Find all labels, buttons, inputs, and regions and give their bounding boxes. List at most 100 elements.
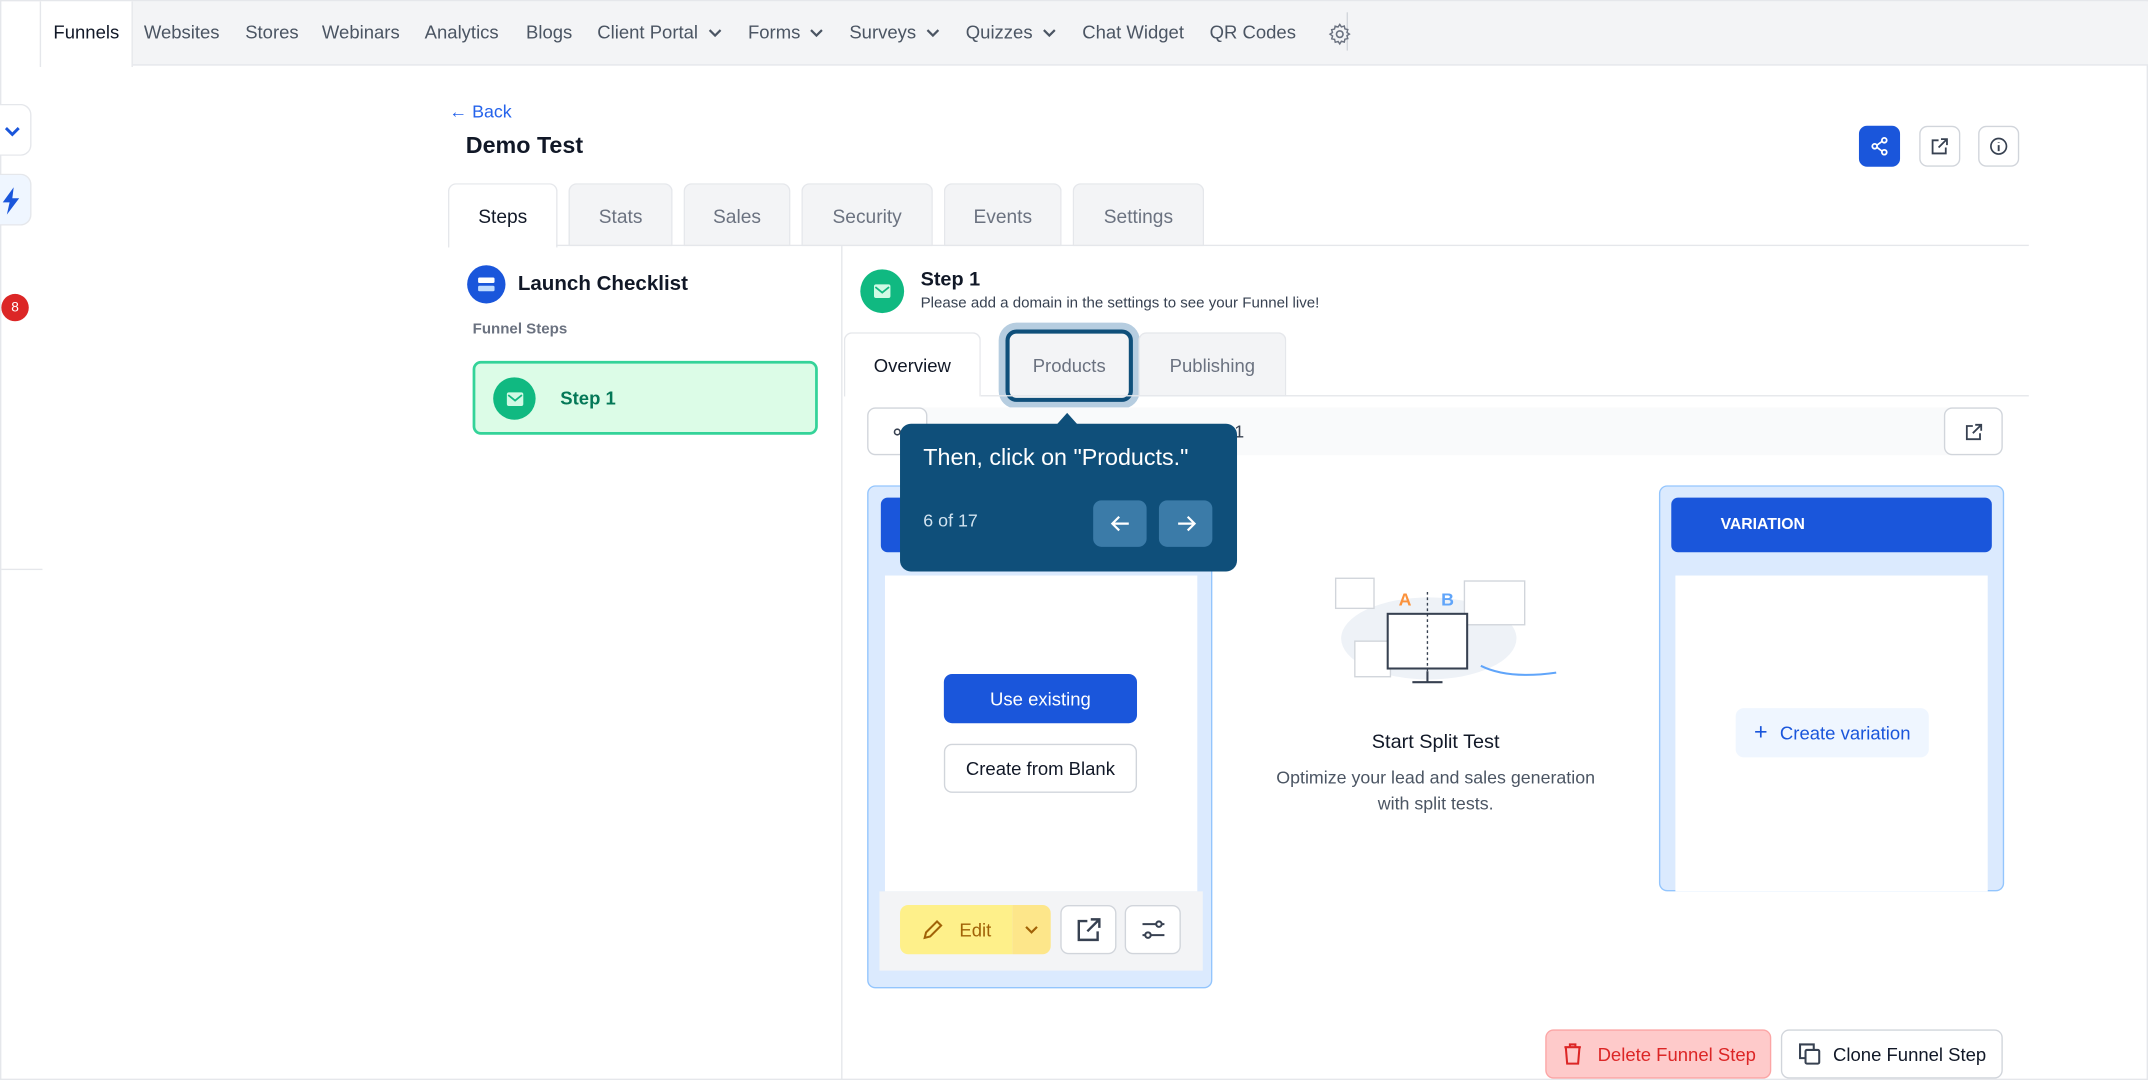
open-step-url-button[interactable] (1943, 407, 2003, 456)
edit-button[interactable]: Edit (900, 905, 1013, 955)
subtab-overview[interactable]: Overview (843, 332, 981, 397)
nav-blogs-label: Blogs (526, 21, 573, 43)
nav-forms[interactable]: Forms (748, 1, 825, 65)
nav-surveys-label: Surveys (849, 21, 917, 43)
nav-analytics-label: Analytics (424, 21, 499, 43)
use-existing-button[interactable]: Use existing (943, 673, 1138, 724)
tooltip-text: Then, click on "Products." (923, 444, 1189, 471)
funnel-step-label: Step 1 (560, 388, 616, 409)
create-variation-label: Create variation (1779, 722, 1911, 744)
nav-forms-label: Forms (747, 21, 801, 43)
clone-funnel-step-button[interactable]: Clone Funnel Step (1780, 1029, 2003, 1079)
back-link[interactable]: ← Back (449, 101, 511, 122)
create-from-blank-label: Create from Blank (965, 758, 1115, 779)
funnel-step-item[interactable]: Step 1 (472, 360, 818, 435)
step-subtitle: Please add a domain in the settings to s… (920, 295, 1320, 312)
nav-chat-widget-label: Chat Widget (1082, 21, 1184, 43)
tooltip-prev-button[interactable] (1093, 500, 1147, 547)
split-variant-a: A (1398, 589, 1412, 610)
subtab-products-label: Products (1032, 355, 1106, 376)
checklist-title: Launch Checklist (517, 272, 688, 296)
subtab-publishing-label: Publishing (1169, 354, 1256, 376)
split-test-title: Start Split Test (1371, 731, 1500, 754)
variation-card: VARIATION + Create variation (1658, 485, 2005, 892)
chevron-down-icon (926, 29, 939, 38)
nav-quizzes[interactable]: Quizzes (966, 1, 1057, 65)
open-external-button[interactable] (1919, 125, 1961, 167)
nav-blogs[interactable]: Blogs (526, 1, 572, 65)
nav-stores-label: Stores (245, 21, 299, 43)
step-envelope-icon (493, 377, 536, 420)
nav-chat-widget[interactable]: Chat Widget (1082, 1, 1184, 65)
create-from-blank-button[interactable]: Create from Blank (943, 743, 1138, 793)
subtabs-divider (980, 395, 2029, 397)
nav-funnels[interactable]: Funnels (39, 1, 133, 67)
tab-security[interactable]: Security (801, 183, 933, 247)
tab-events-label: Events (973, 204, 1033, 227)
nav-stores[interactable]: Stores (245, 1, 298, 65)
external-link-icon (1076, 918, 1100, 942)
guide-tooltip: Then, click on "Products." 6 of 17 (900, 412, 1238, 572)
nav-funnels-label: Funnels (53, 21, 120, 43)
nav-client-portal-label: Client Portal (597, 21, 699, 43)
nav-websites-label: Websites (143, 21, 220, 43)
nav-analytics[interactable]: Analytics (425, 1, 499, 65)
notification-count: 8 (11, 300, 19, 316)
nav-qr-codes[interactable]: QR Codes (1210, 1, 1296, 65)
page-settings-button[interactable] (1124, 905, 1181, 955)
funnel-steps-heading: Funnel Steps (472, 321, 568, 338)
step-icon (860, 269, 905, 314)
tab-stats[interactable]: Stats (568, 183, 673, 247)
tab-steps-label: Steps (478, 205, 528, 227)
edit-dropdown-button[interactable] (1012, 905, 1051, 955)
clone-funnel-step-label: Clone Funnel Step (1833, 1043, 1987, 1065)
copy-icon (1799, 1043, 1821, 1065)
tab-sales-label: Sales (713, 204, 761, 227)
tab-security-label: Security (832, 204, 902, 227)
split-test-description-2: with split tests. (1377, 792, 1494, 814)
panel-divider (841, 246, 843, 1080)
trash-icon (1564, 1043, 1582, 1065)
quick-actions-button[interactable] (0, 173, 32, 226)
arrow-left-icon (1110, 515, 1129, 532)
split-test-description-1: Optimize your lead and sales generation (1276, 766, 1596, 788)
info-icon (1990, 137, 2008, 155)
nav-surveys[interactable]: Surveys (849, 1, 940, 65)
sliders-icon (1141, 920, 1164, 939)
tab-stats-label: Stats (598, 204, 643, 227)
page-preview (884, 575, 1198, 892)
tab-settings[interactable]: Settings (1072, 183, 1205, 247)
split-variant-b: B (1441, 589, 1454, 610)
back-label: ← Back (449, 101, 512, 122)
plus-icon: + (1753, 719, 1768, 746)
tooltip-next-button[interactable] (1158, 500, 1213, 547)
delete-funnel-step-button[interactable]: Delete Funnel Step (1545, 1029, 1772, 1079)
chevron-down-icon (4, 127, 20, 137)
gear-icon[interactable] (1327, 22, 1352, 47)
tab-sales[interactable]: Sales (683, 183, 791, 247)
use-existing-label: Use existing (990, 688, 1091, 709)
nav-websites[interactable]: Websites (144, 1, 220, 65)
collapse-sidebar-button[interactable] (0, 103, 32, 156)
nav-qr-codes-label: QR Codes (1209, 21, 1296, 43)
subtab-publishing[interactable]: Publishing (1138, 332, 1287, 397)
nav-webinars[interactable]: Webinars (322, 1, 400, 65)
notification-badge[interactable]: 8 (1, 293, 29, 322)
chevron-down-icon (708, 29, 721, 38)
subtab-products[interactable]: Products (1005, 329, 1133, 402)
preview-page-button[interactable] (1060, 905, 1117, 955)
external-link-icon (1931, 138, 1948, 155)
tab-events[interactable]: Events (943, 183, 1062, 247)
tab-steps[interactable]: Steps (447, 183, 558, 248)
nav-client-portal[interactable]: Client Portal (597, 1, 722, 65)
lightning-icon (2, 187, 20, 215)
variation-header-label: VARIATION (1720, 516, 1805, 534)
share-button[interactable] (1858, 125, 1901, 167)
chevron-down-icon (1042, 29, 1056, 38)
step-title: Step 1 (920, 269, 981, 292)
create-variation-button[interactable]: + Create variation (1735, 708, 1929, 758)
page-title: Demo Test (465, 132, 584, 159)
checklist-icon (467, 265, 506, 304)
info-button[interactable] (1978, 125, 2020, 167)
tooltip-arrow (1056, 412, 1079, 426)
